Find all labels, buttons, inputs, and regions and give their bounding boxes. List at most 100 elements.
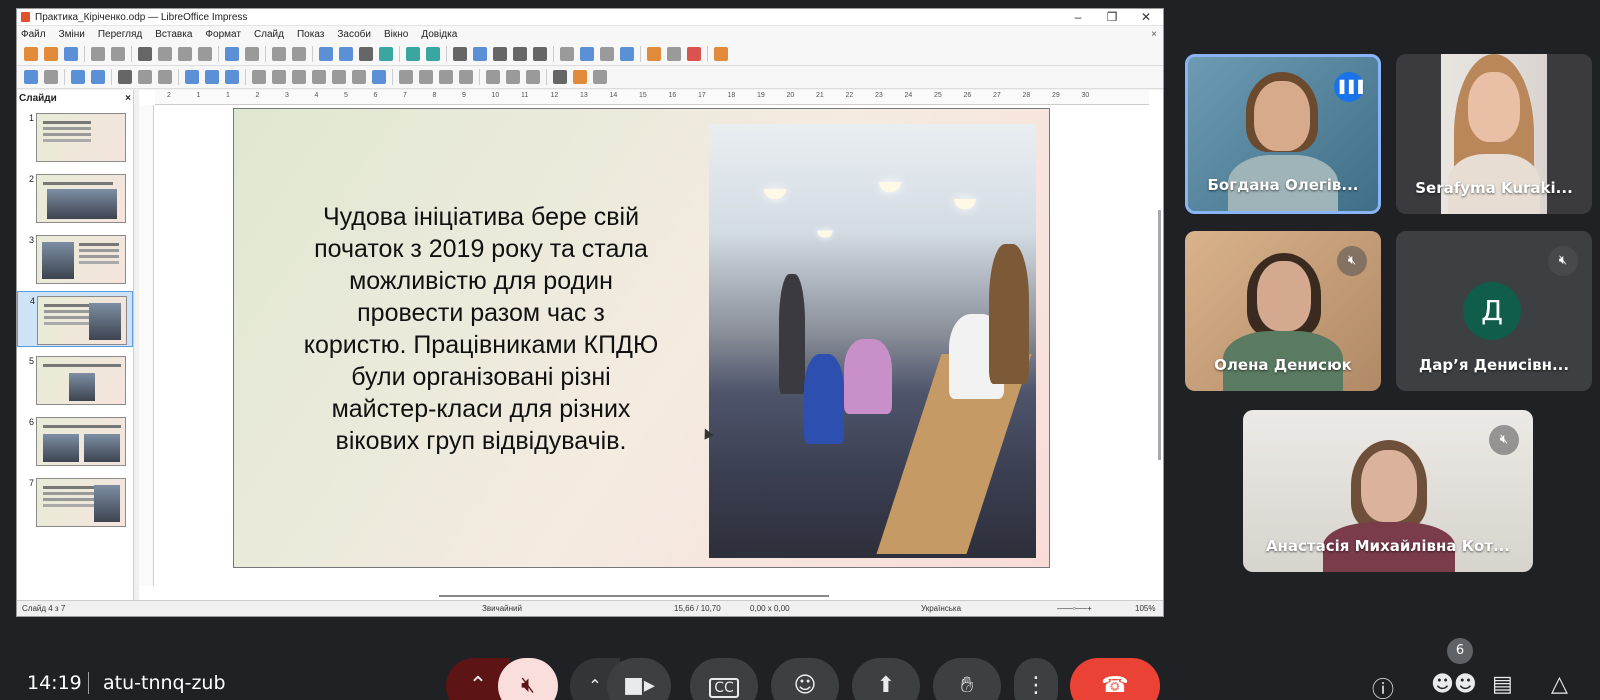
callouts-icon[interactable] <box>332 70 346 84</box>
reactions-button[interactable]: ☺ <box>771 658 839 700</box>
status-zoom[interactable]: 105% <box>1135 604 1155 613</box>
paste-icon[interactable] <box>178 47 192 61</box>
line-icon[interactable] <box>118 70 132 84</box>
participant-tile-olena[interactable]: 🔇︎ Олена Денисюк <box>1185 231 1381 391</box>
menu-edit[interactable]: Зміни <box>59 29 85 40</box>
hyperlink-icon[interactable] <box>600 47 614 61</box>
menu-window[interactable]: Вікно <box>384 29 408 40</box>
present-screen-button[interactable]: ⬆ <box>852 658 920 700</box>
slides-pane-close-icon[interactable]: × <box>125 93 131 104</box>
vertical-scrollbar[interactable] <box>1158 210 1161 460</box>
menu-file[interactable]: Файл <box>21 29 46 40</box>
info-icon[interactable]: ⓘ <box>1372 672 1394 700</box>
slide-thumbnail-3[interactable]: 3 <box>17 231 133 287</box>
restore-icon[interactable]: ❐ <box>1095 10 1129 24</box>
flowchart-icon[interactable] <box>312 70 326 84</box>
clone-format-icon[interactable] <box>198 47 212 61</box>
cut-icon[interactable] <box>138 47 152 61</box>
fill-color-icon[interactable] <box>91 70 105 84</box>
minimize-icon[interactable]: – <box>1061 10 1095 24</box>
more-options-button[interactable]: ⋮ <box>1014 658 1058 700</box>
participant-tile-anastasia[interactable]: 🔇︎ Анастасія Михайлівна Кот... <box>1243 410 1533 572</box>
horizontal-scrollbar[interactable] <box>439 595 829 597</box>
table-icon[interactable] <box>453 47 467 61</box>
rotate-icon[interactable] <box>399 70 413 84</box>
menu-slide[interactable]: Слайд <box>254 29 284 40</box>
textbox-icon[interactable] <box>533 47 547 61</box>
stars-icon[interactable] <box>352 70 366 84</box>
helplines-icon[interactable] <box>339 47 353 61</box>
line-color-icon[interactable] <box>71 70 85 84</box>
participant-tile-serafyma[interactable]: Serafyma Kuraki... <box>1396 54 1592 214</box>
display-views-icon[interactable] <box>359 47 373 61</box>
arrange-icon[interactable] <box>439 70 453 84</box>
menu-slideshow[interactable]: Показ <box>297 29 324 40</box>
slide-thumbnail-1[interactable]: 1 <box>17 109 133 165</box>
rectangle-icon[interactable] <box>138 70 152 84</box>
select-icon[interactable] <box>24 70 38 84</box>
media-icon[interactable] <box>493 47 507 61</box>
undo-icon[interactable] <box>225 47 239 61</box>
export-pdf-icon[interactable] <box>91 47 105 61</box>
zoom-slider[interactable]: –──▫──+ <box>1057 604 1092 613</box>
participant-tile-bogdana[interactable]: ▐▐▐ Богдана Олегів... <box>1185 54 1381 214</box>
zoom-icon[interactable] <box>44 70 58 84</box>
distribute-icon[interactable] <box>459 70 473 84</box>
menu-view[interactable]: Перегляд <box>98 29 142 40</box>
slide-layout-icon[interactable] <box>647 47 661 61</box>
start-first-icon[interactable] <box>406 47 420 61</box>
symbol-shapes-icon[interactable] <box>272 70 286 84</box>
menu-insert[interactable]: Вставка <box>155 29 192 40</box>
leave-call-button[interactable]: ☎︎ <box>1070 658 1160 700</box>
master-slide-icon[interactable] <box>379 47 393 61</box>
slide-text-box[interactable]: Чудова ініціатива бере свій початок з 20… <box>268 201 694 457</box>
status-language[interactable]: Українська <box>921 604 961 613</box>
current-slide[interactable]: Чудова ініціатива бере свій початок з 20… <box>233 108 1050 568</box>
save-icon[interactable] <box>64 47 78 61</box>
redo-icon[interactable] <box>245 47 259 61</box>
delete-slide-icon[interactable] <box>687 47 701 61</box>
slide-thumbnail-5[interactable]: 5 <box>17 352 133 408</box>
activities-icon[interactable]: △ <box>1551 672 1568 697</box>
menu-help[interactable]: Довідка <box>421 29 457 40</box>
captions-button[interactable]: CC <box>690 658 758 700</box>
close-icon[interactable]: ✕ <box>1129 10 1163 24</box>
special-char-icon[interactable] <box>560 47 574 61</box>
align-icon[interactable] <box>419 70 433 84</box>
toggle-extrusion-icon[interactable] <box>593 70 607 84</box>
find-icon[interactable] <box>272 47 286 61</box>
duplicate-slide-icon[interactable] <box>667 47 681 61</box>
block-arrows-icon[interactable] <box>292 70 306 84</box>
fontwork-icon[interactable] <box>580 47 594 61</box>
menu-format[interactable]: Формат <box>205 29 241 40</box>
menu-tools[interactable]: Засоби <box>337 29 371 40</box>
copy-icon[interactable] <box>158 47 172 61</box>
participant-tile-darya[interactable]: Д 🔇︎ Дар’я Денисівн... <box>1396 231 1592 391</box>
spelling-icon[interactable] <box>292 47 306 61</box>
curve-icon[interactable] <box>205 70 219 84</box>
ellipse-icon[interactable] <box>158 70 172 84</box>
slide-editor[interactable]: 2 1 1 2 3 4 5 6 7 8 9 10 11 12 13 14 15 16 17 18 19 20 21 22 23 2… <box>139 90 1163 600</box>
arrow-icon[interactable] <box>185 70 199 84</box>
open-icon[interactable] <box>44 47 58 61</box>
chart-icon[interactable] <box>513 47 527 61</box>
slide-thumbnail-2[interactable]: 2 <box>17 170 133 226</box>
3d-objects-icon[interactable] <box>372 70 386 84</box>
slide-thumbnail-4[interactable]: 4 <box>17 291 133 347</box>
camera-toggle-button[interactable]: ■▸ <box>607 658 671 700</box>
crop-icon[interactable] <box>506 70 520 84</box>
connector-icon[interactable] <box>225 70 239 84</box>
new-icon[interactable] <box>24 47 38 61</box>
meeting-code[interactable]: atu-tnnq-zub <box>103 672 226 694</box>
raise-hand-button[interactable]: ✋︎ <box>933 658 1001 700</box>
shapes-icon[interactable] <box>620 47 634 61</box>
start-current-icon[interactable] <box>426 47 440 61</box>
points-icon[interactable] <box>553 70 567 84</box>
document-close-icon[interactable]: × <box>1151 29 1157 40</box>
slide-thumbnail-7[interactable]: 7 <box>17 474 133 530</box>
basic-shapes-icon[interactable] <box>252 70 266 84</box>
shadow-icon[interactable] <box>486 70 500 84</box>
people-icon[interactable]: ☻☻ <box>1431 672 1477 697</box>
slide-thumbnail-6[interactable]: 6 <box>17 413 133 469</box>
print-icon[interactable] <box>111 47 125 61</box>
